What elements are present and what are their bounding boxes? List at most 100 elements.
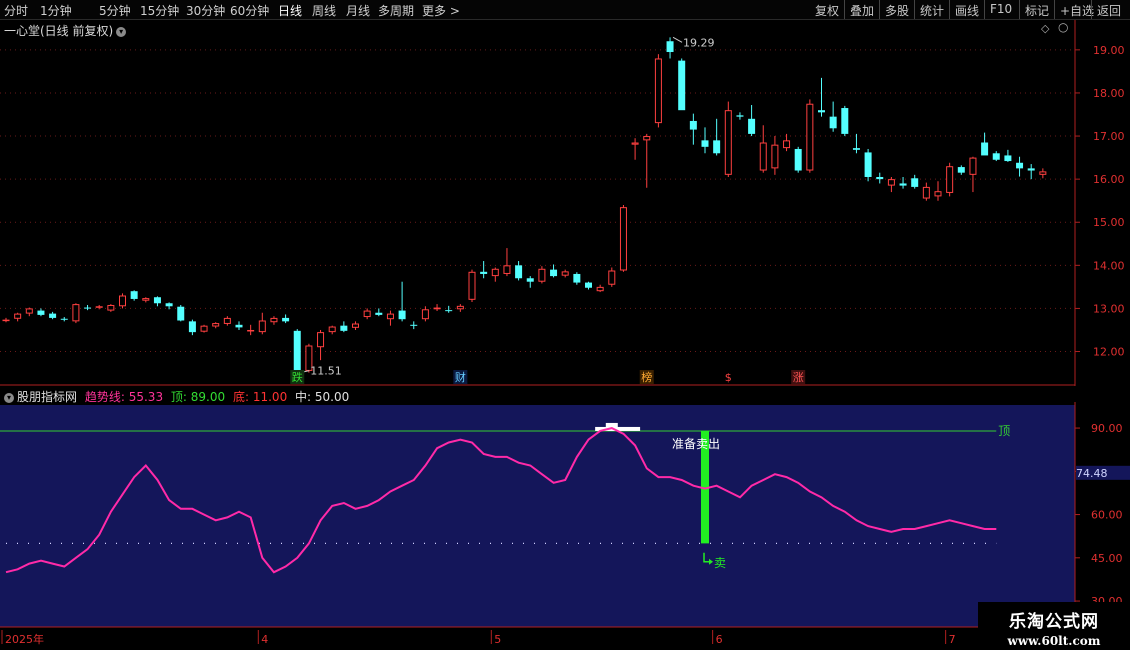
f10-button[interactable]: F10 xyxy=(985,0,1017,16)
tab-15min[interactable]: 15分钟 xyxy=(140,2,179,19)
candle-body xyxy=(876,176,884,180)
back-button[interactable]: 返回 xyxy=(1092,0,1126,19)
candle-body xyxy=(643,136,651,141)
candle-body xyxy=(573,273,581,283)
overlay-button[interactable]: 叠加 xyxy=(845,0,879,19)
candle-body xyxy=(503,265,511,274)
date-axis: 2025年 4 5 6 7 xyxy=(1,630,956,646)
tab-5min[interactable]: 5分钟 xyxy=(99,2,131,19)
candle-body xyxy=(794,148,802,171)
candle-body xyxy=(550,269,558,277)
event-marker: $ xyxy=(725,371,732,384)
tab-more[interactable]: 更多 > xyxy=(422,2,460,19)
candle-body xyxy=(934,191,942,197)
multi-stock-button[interactable]: 多股 xyxy=(880,0,914,19)
candle-body xyxy=(585,282,592,288)
tab-weekly[interactable]: 周线 xyxy=(312,2,336,19)
price-tick-label: 13.00 xyxy=(1093,302,1125,315)
restore-rights-button[interactable]: 复权 xyxy=(810,0,844,19)
price-chart: 19.29 11.51 跌 财 榜 $ 涨 12.00 13.00 14.00 15.00 16.0… xyxy=(0,20,1125,386)
f10-button-wrap: F10 xyxy=(984,0,1017,19)
price-tick-label: 16.00 xyxy=(1093,173,1125,186)
candle-body xyxy=(317,332,325,348)
draw-button-wrap: 画线 xyxy=(949,0,984,19)
candle-body xyxy=(561,271,569,276)
indicator-chart: 顶准备卖出卖 90.0075.0060.0045.0030.0074.48 xyxy=(0,402,1130,630)
candle-body xyxy=(957,167,965,173)
candle-body xyxy=(212,323,220,327)
top-line-label: 顶 xyxy=(998,424,1010,438)
stats-button[interactable]: 统计 xyxy=(915,0,949,19)
indicator-tick-label: 45.00 xyxy=(1091,552,1123,565)
date-label: 2025年 xyxy=(5,632,44,646)
candle-body xyxy=(363,310,371,318)
current-value-tag: 74.48 xyxy=(1076,467,1108,480)
event-marker: 涨 xyxy=(793,371,804,384)
tab-daily[interactable]: 日线 xyxy=(278,2,302,19)
candle-body xyxy=(14,313,22,319)
candle-body xyxy=(37,310,45,315)
candle-body xyxy=(282,317,290,322)
high-pointer xyxy=(672,36,683,43)
tool-buttons: 复权 xyxy=(810,0,844,19)
date-label: 7 xyxy=(949,633,956,646)
tab-1min[interactable]: 1分钟 xyxy=(40,2,72,19)
candle-body xyxy=(748,118,756,134)
price-tick-label: 18.00 xyxy=(1093,87,1125,100)
candle-body xyxy=(375,312,383,315)
mark-button[interactable]: 标记 xyxy=(1020,0,1054,19)
candle-body xyxy=(899,183,907,186)
candle-body xyxy=(538,268,546,282)
date-label: 5 xyxy=(494,633,501,646)
candle-body xyxy=(340,325,348,331)
tab-multi-period[interactable]: 多周期 xyxy=(378,2,414,19)
candle-body xyxy=(25,308,33,314)
event-marker: 榜 xyxy=(641,370,652,384)
indicator-bg xyxy=(0,405,1075,627)
back-button-wrap: 返回 xyxy=(1091,0,1126,19)
draw-button[interactable]: 画线 xyxy=(950,0,984,19)
candle-body xyxy=(165,303,173,307)
tab-30min[interactable]: 30分钟 xyxy=(186,2,225,19)
candle-body xyxy=(852,148,860,150)
candle-body xyxy=(515,265,523,279)
price-tick-label: 14.00 xyxy=(1093,259,1125,272)
candle-body xyxy=(445,310,453,312)
candle-body xyxy=(188,321,196,333)
tab-fenshi[interactable]: 分时 xyxy=(4,2,28,19)
tab-monthly[interactable]: 月线 xyxy=(346,2,370,19)
candle-body xyxy=(352,323,359,328)
candle-body xyxy=(736,115,744,117)
candle-body xyxy=(841,108,849,134)
stats-button-wrap: 统计 xyxy=(914,0,949,19)
watermark-url: www.60lt.com xyxy=(1007,634,1101,648)
candle-body xyxy=(783,140,791,149)
indicator-tick-label: 90.00 xyxy=(1091,422,1123,435)
candle-body xyxy=(631,142,639,145)
candle-body xyxy=(398,310,406,320)
candle-body xyxy=(981,142,989,156)
date-label: 6 xyxy=(716,633,723,646)
collapse-icon[interactable]: ▾ xyxy=(4,392,14,403)
event-marker: 跌 xyxy=(292,370,303,384)
candle-body xyxy=(829,116,837,129)
candle-body xyxy=(1016,162,1024,169)
candle-body xyxy=(818,110,825,113)
candle-body xyxy=(701,140,709,147)
sell-label: 卖 xyxy=(714,556,726,570)
candle-body xyxy=(689,120,697,130)
high-label: 19.29 xyxy=(683,36,715,49)
candle-body xyxy=(107,304,115,311)
candle-body xyxy=(619,207,627,271)
tab-60min[interactable]: 60分钟 xyxy=(230,2,269,19)
price-tick-label: 17.00 xyxy=(1093,130,1125,143)
candle-body xyxy=(247,329,255,332)
candle-body xyxy=(468,271,476,300)
date-labels: 2025年 4 5 6 7 xyxy=(1,630,956,646)
candle-body xyxy=(200,325,208,332)
candle-body xyxy=(386,313,394,320)
candle-body xyxy=(60,318,68,320)
candle-body xyxy=(119,295,126,307)
candle-body xyxy=(49,313,57,318)
candle-body xyxy=(95,306,103,308)
